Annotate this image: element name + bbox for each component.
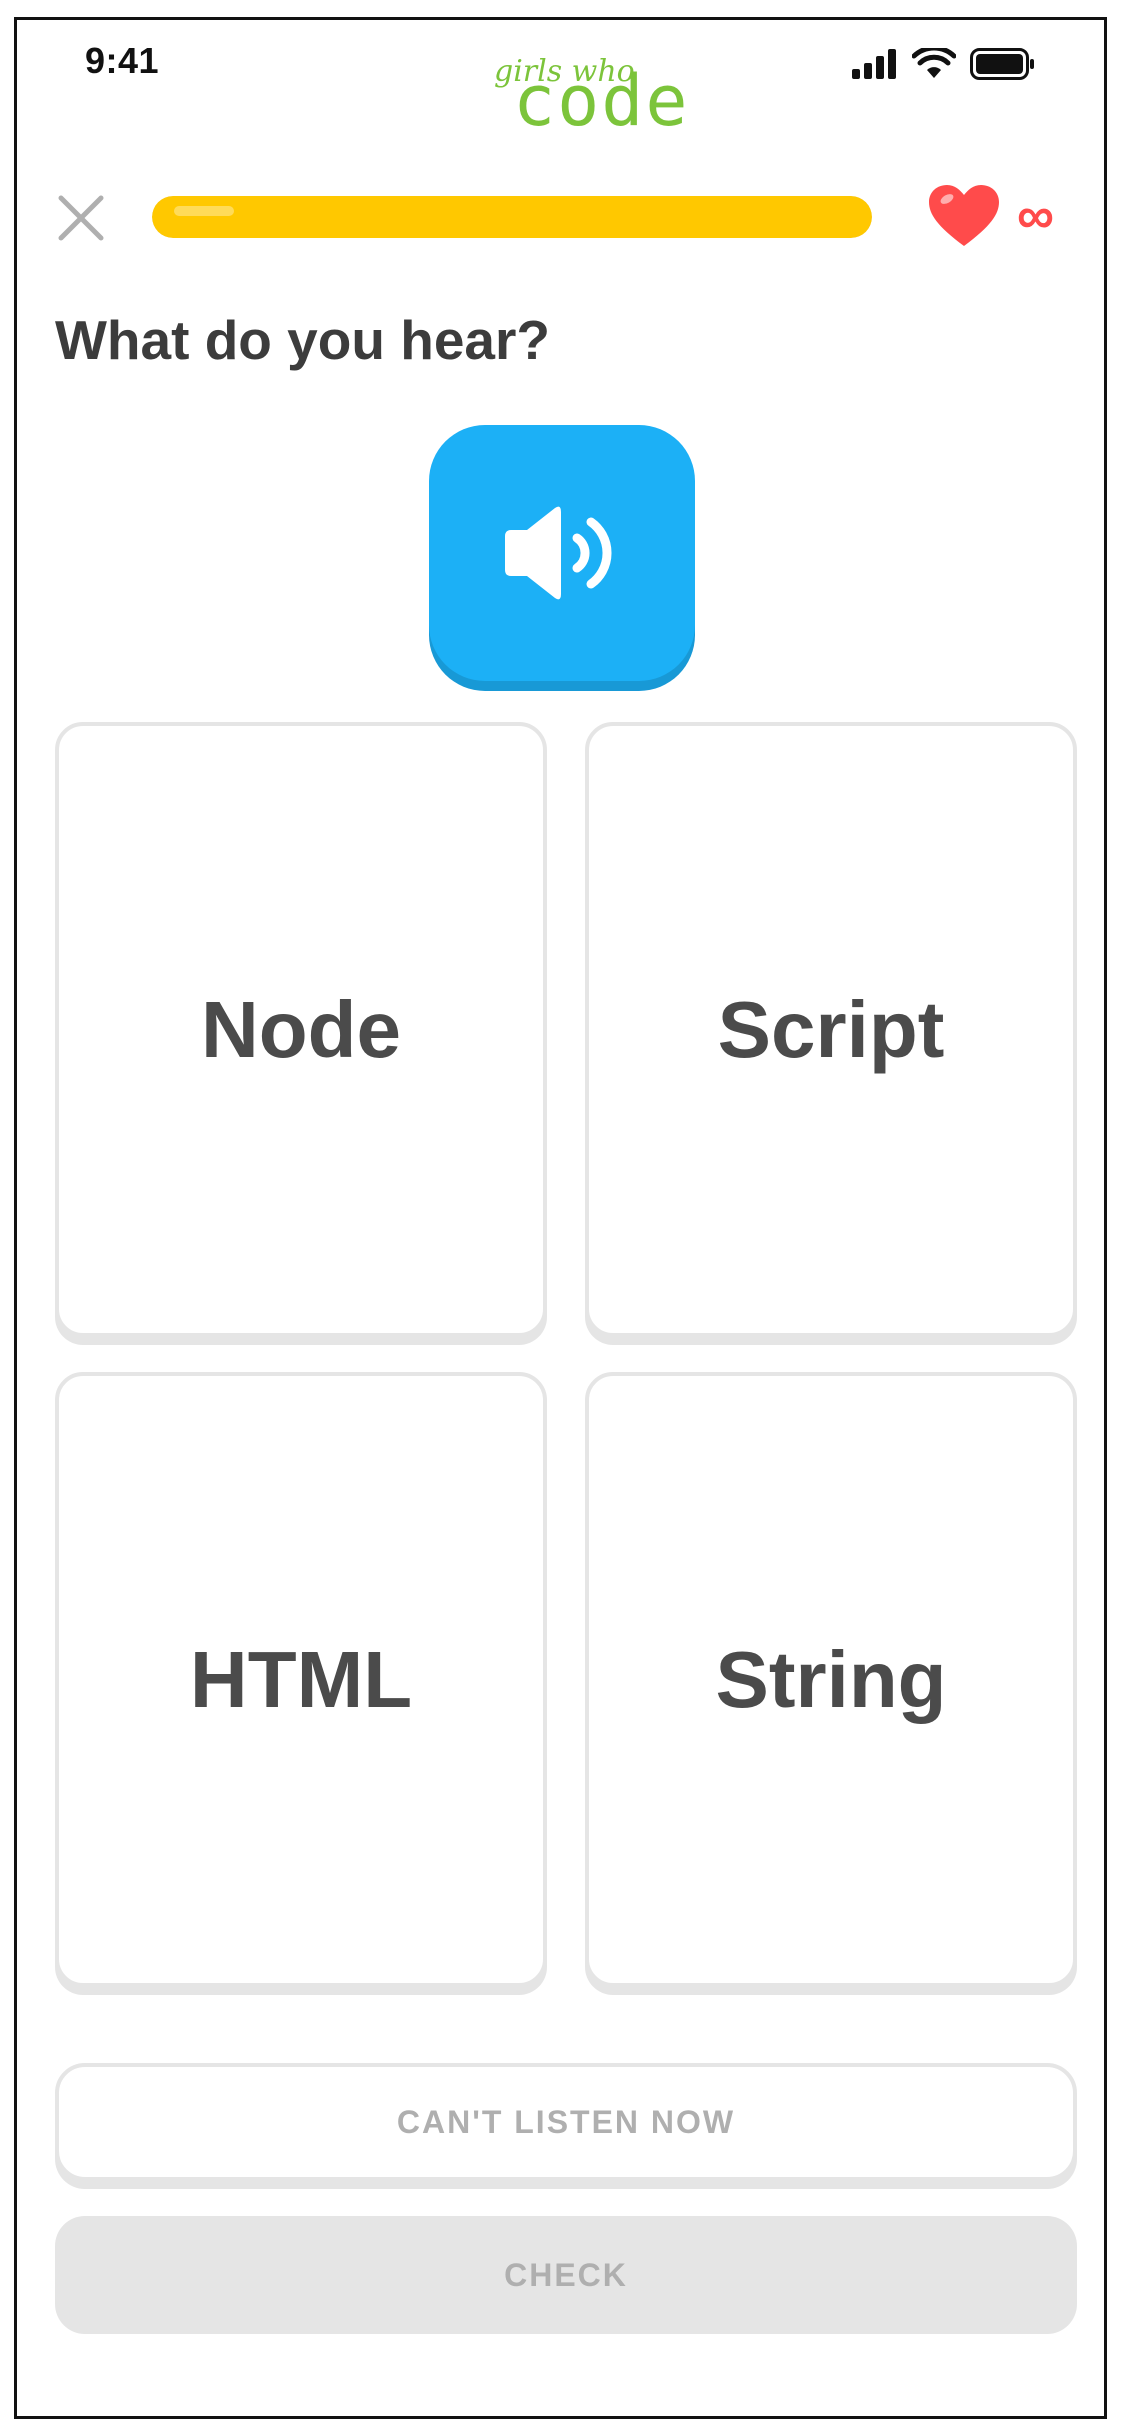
status-bar: 9:41 girls who code [17,20,1104,140]
close-icon [58,195,104,241]
answer-label: HTML [189,1634,413,1724]
answer-label: String [715,1634,947,1724]
cant-listen-button[interactable]: CAN'T LISTEN NOW [55,2063,1077,2181]
status-icons [852,48,1036,80]
logo-big-text: code [513,60,690,142]
close-button[interactable] [51,188,111,248]
progress-fill [152,196,872,238]
answer-option-node[interactable]: Node [55,722,547,1337]
lives-count: ∞ [1017,187,1055,245]
answer-option-string[interactable]: String [585,1372,1077,1987]
answer-option-script[interactable]: Script [585,722,1077,1337]
battery-icon [970,48,1034,80]
cant-listen-label: CAN'T LISTEN NOW [396,2103,736,2140]
answer-label: Script [717,984,945,1074]
play-audio-button[interactable] [429,425,695,681]
check-button[interactable]: CHECK [55,2216,1077,2334]
status-time: 9:41 [85,40,160,81]
heart-icon [929,185,999,246]
lesson-progress-bar [152,196,872,238]
lives-indicator: ∞ [927,184,1054,248]
check-label: CHECK [504,2256,628,2293]
lesson-header: ∞ [17,170,1104,270]
speaker-icon [505,506,612,600]
answer-label: Node [201,984,401,1074]
question-prompt: What do you hear? [55,309,550,371]
wifi-icon [912,48,956,78]
girls-who-code-logo: girls who code [476,40,688,150]
signal-icon [852,49,896,79]
phone-frame: 9:41 girls who code ∞ What do you hear? … [14,17,1107,2419]
answer-option-html[interactable]: HTML [55,1372,547,1987]
